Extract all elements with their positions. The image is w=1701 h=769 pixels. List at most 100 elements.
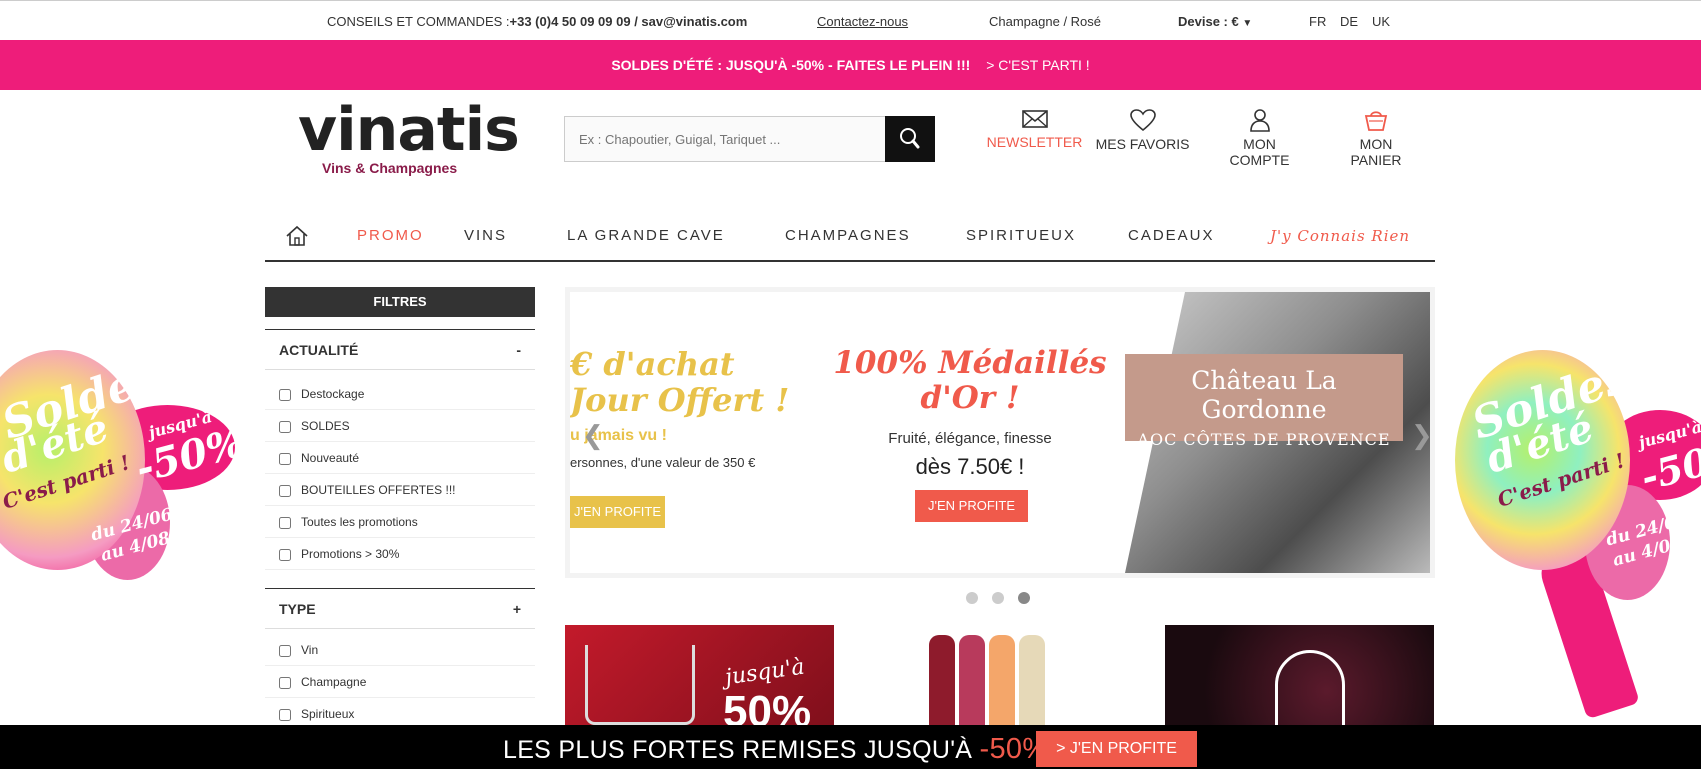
filter-section-actualite: ACTUALITÉ - Destockage SOLDES Nouveauté … xyxy=(265,329,535,570)
wine-bottle-icon xyxy=(929,635,955,735)
search-input[interactable] xyxy=(565,117,885,161)
nav-cadeaux[interactable]: CADEAUX xyxy=(1128,227,1215,244)
filter-checkbox[interactable] xyxy=(279,484,291,497)
promo-banner[interactable]: SOLDES D'ÉTÉ : JUSQU'À -50% - FAITES LE … xyxy=(0,40,1701,90)
promo-banner-cta[interactable]: > C'EST PARTI ! xyxy=(986,57,1089,73)
nav-spiritueux[interactable]: SPIRITUEUX xyxy=(966,227,1076,244)
slide-subtitle: Fruité, élégance, finesse xyxy=(888,430,1052,447)
filter-section-label: TYPE xyxy=(279,601,316,617)
nav-home[interactable] xyxy=(285,225,309,251)
slide-headline: 100% Médaillés xyxy=(833,345,1107,381)
search-icon xyxy=(900,128,920,149)
logo-wordmark: vinatis xyxy=(298,95,520,165)
carousel-dot[interactable] xyxy=(966,592,978,604)
nav-vins[interactable]: VINS xyxy=(464,227,507,244)
bottom-promo-button[interactable]: > J'EN PROFITE xyxy=(1036,731,1197,767)
slide-cta-button[interactable]: J'EN PROFITE xyxy=(570,496,665,528)
cart-label: MON PANIER xyxy=(1350,136,1402,168)
carousel-dot-active[interactable] xyxy=(1018,592,1030,604)
hero-carousel[interactable]: € d'achat Jour Offert ! u jamais vu ! er… xyxy=(565,287,1435,578)
lang-fr[interactable]: FR xyxy=(1309,14,1326,29)
carousel-dot[interactable] xyxy=(992,592,1004,604)
envelope-icon xyxy=(1021,110,1048,128)
filter-checkbox[interactable] xyxy=(279,388,291,401)
nav-promo[interactable]: PROMO xyxy=(357,227,424,244)
contact-info: CONSEILS ET COMMANDES :+33 (0)4 50 09 09… xyxy=(327,14,748,29)
lang-uk[interactable]: UK xyxy=(1372,14,1390,29)
filter-option[interactable]: Champagne xyxy=(265,666,535,698)
filter-section-type: TYPE + Vin Champagne Spiritueux xyxy=(265,588,535,730)
filter-section-label: ACTUALITÉ xyxy=(279,342,359,358)
filter-section-title[interactable]: ACTUALITÉ - xyxy=(265,330,535,370)
filter-section-title[interactable]: TYPE + xyxy=(265,589,535,629)
nav-jy-connais-rien[interactable]: J'y Connais Rien xyxy=(1270,227,1410,245)
slide-headline: d'Or ! xyxy=(920,380,1020,416)
newsletter-label: NEWSLETTER xyxy=(986,134,1083,150)
promo-tile-tasting[interactable] xyxy=(1165,625,1434,735)
cart-link[interactable]: MON PANIER xyxy=(1333,108,1419,168)
filter-option[interactable]: BOUTEILLES OFFERTES !!! xyxy=(265,474,535,506)
user-icon xyxy=(1249,109,1270,132)
wine-bottle-icon xyxy=(1019,635,1045,735)
slide-medals[interactable]: 100% Médaillés d'Or ! Fruité, élégance, … xyxy=(830,292,1110,573)
filter-checkbox[interactable] xyxy=(279,452,291,465)
logo-tagline: Vins & Champagnes xyxy=(322,160,458,176)
filter-option[interactable]: Nouveauté xyxy=(265,442,535,474)
newsletter-link[interactable]: NEWSLETTER xyxy=(978,108,1091,150)
region-selector[interactable]: Champagne / Rosé xyxy=(989,14,1101,29)
search-button[interactable] xyxy=(885,116,935,162)
bottom-promo-text: LES PLUS FORTES REMISES JUSQU'À -50% xyxy=(503,733,1049,765)
chateau-appellation: AOC CÔTES DE PROVENCE xyxy=(1137,430,1391,449)
account-link[interactable]: MON COMPTE xyxy=(1212,108,1307,168)
filter-checkbox[interactable] xyxy=(279,548,291,561)
filter-option[interactable]: SOLDES xyxy=(265,410,535,442)
basket-icon xyxy=(1364,111,1388,131)
slide-price: dès 7.50€ ! xyxy=(915,454,1025,479)
filter-checkbox[interactable] xyxy=(279,708,291,721)
filter-option[interactable]: Vin xyxy=(265,634,535,666)
chateau-label: Château La Gordonne AOC CÔTES DE PROVENC… xyxy=(1125,354,1403,449)
carousel-next-icon[interactable]: ❯ xyxy=(1411,420,1430,451)
currency-selector[interactable]: Devise : € ▼ xyxy=(1178,14,1252,29)
nav-champagnes[interactable]: CHAMPAGNES xyxy=(785,227,911,244)
main-nav: PROMO VINS LA GRANDE CAVE CHAMPAGNES SPI… xyxy=(265,215,1435,262)
slide-details: ersonnes, d'une valeur de 350 € xyxy=(570,455,756,470)
wine-bottle-icon xyxy=(989,635,1015,735)
wine-bottle-icon xyxy=(959,635,985,735)
search-box xyxy=(564,116,886,162)
promo-banner-text: SOLDES D'ÉTÉ : JUSQU'À -50% - FAITES LE … xyxy=(611,57,971,73)
filter-option[interactable]: Destockage xyxy=(265,378,535,410)
tile-text: jusqu'à xyxy=(723,654,807,691)
filter-checkbox[interactable] xyxy=(279,676,291,689)
carousel-prev-icon[interactable]: ❮ xyxy=(582,420,604,451)
lang-de[interactable]: DE xyxy=(1340,14,1358,29)
contact-link[interactable]: Contactez-nous xyxy=(817,14,908,29)
filters-panel: FILTRES ACTUALITÉ - Destockage SOLDES No… xyxy=(265,287,535,730)
favorites-label: MES FAVORIS xyxy=(1095,136,1190,152)
slide-cta-button[interactable]: J'EN PROFITE xyxy=(915,490,1028,522)
heart-icon xyxy=(1129,109,1156,132)
account-label: MON COMPTE xyxy=(1229,136,1290,168)
top-bar: CONSEILS ET COMMANDES :+33 (0)4 50 09 09… xyxy=(0,0,1701,40)
filter-checkbox[interactable] xyxy=(279,420,291,433)
filter-checkbox[interactable] xyxy=(279,644,291,657)
filter-checkbox[interactable] xyxy=(279,516,291,529)
nav-grande-cave[interactable]: LA GRANDE CAVE xyxy=(567,227,725,244)
site-logo[interactable]: vinatis Vins & Champagnes xyxy=(298,95,520,180)
slide-offer[interactable]: € d'achat Jour Offert ! u jamais vu ! er… xyxy=(570,292,830,573)
bottom-promo-bar: LES PLUS FORTES REMISES JUSQU'À -50% > J… xyxy=(0,725,1701,769)
shopping-cart-icon xyxy=(585,645,695,725)
home-icon xyxy=(286,225,308,246)
filter-option[interactable]: Toutes les promotions xyxy=(265,506,535,538)
filter-option[interactable]: Promotions > 30% xyxy=(265,538,535,570)
caret-down-icon: ▼ xyxy=(1242,18,1253,29)
chateau-name: Château La Gordonne xyxy=(1191,366,1337,424)
collapse-toggle[interactable]: - xyxy=(516,330,521,369)
expand-toggle[interactable]: + xyxy=(513,589,521,628)
promo-tile-sale[interactable]: jusqu'à 50% xyxy=(565,625,834,735)
promo-tile-bottles[interactable] xyxy=(925,625,1075,735)
slide-headline: € d'achat xyxy=(570,345,735,383)
favorites-link[interactable]: MES FAVORIS xyxy=(1094,108,1191,152)
head-silhouette-icon xyxy=(1275,650,1345,735)
slide-chateau[interactable]: Château La Gordonne AOC CÔTES DE PROVENC… xyxy=(1125,292,1430,573)
